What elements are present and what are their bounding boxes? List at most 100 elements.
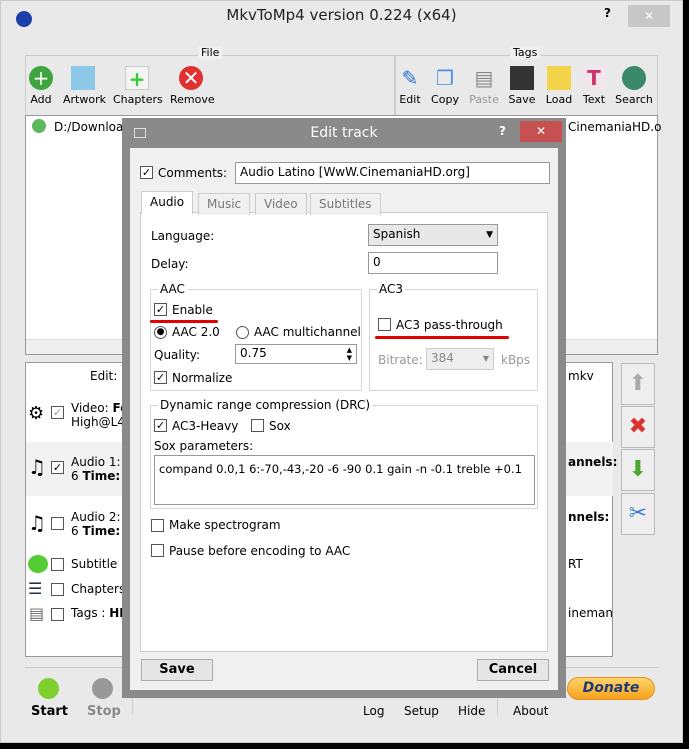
tools-button[interactable]: ✂ xyxy=(621,493,655,535)
track-bold: Time: xyxy=(82,524,121,538)
start-icon xyxy=(38,678,59,699)
track-checkbox[interactable]: ✓ xyxy=(51,406,64,419)
red-underline xyxy=(150,320,218,323)
delete-track-button[interactable]: ✖ xyxy=(621,406,655,448)
chevron-down-icon: ▼ xyxy=(486,230,493,240)
aac-multichannel-label: AAC multichannel xyxy=(254,325,361,339)
tag-load-label: Load xyxy=(545,93,573,106)
bitrate-label: Bitrate: xyxy=(378,353,423,367)
artwork-button[interactable]: Artwork xyxy=(63,66,106,106)
track-video[interactable]: Video: Fo High@L4 xyxy=(71,401,128,429)
cancel-button[interactable]: Cancel xyxy=(477,659,549,681)
quality-label: Quality: xyxy=(154,348,201,362)
track-header-right: mkv xyxy=(568,369,594,383)
about-button[interactable]: About xyxy=(513,704,548,718)
track-audio-1[interactable]: Audio 1: 6 Time: xyxy=(71,455,121,483)
text-icon: T xyxy=(582,66,606,90)
remove-button[interactable]: ✕ Remove xyxy=(170,66,215,106)
log-button[interactable]: Log xyxy=(363,704,384,718)
sox-label: Sox xyxy=(269,419,291,433)
list-icon: ☰ xyxy=(28,579,43,598)
ac3-heavy-checkbox[interactable]: ✓ xyxy=(154,419,167,432)
setup-button[interactable]: Setup xyxy=(404,704,439,718)
move-down-button[interactable]: ⬇ xyxy=(621,449,655,491)
track-checkbox[interactable]: ✓ xyxy=(51,461,64,474)
tag-paste-button[interactable]: ▤ Paste xyxy=(467,66,501,106)
red-underline xyxy=(375,336,509,339)
track-chapters[interactable]: Chapters xyxy=(71,582,125,596)
track-text: Tags : xyxy=(71,606,110,620)
chapters-icon: + xyxy=(125,66,149,91)
track-right: annels: xyxy=(568,455,618,469)
artwork-label: Artwork xyxy=(63,93,106,106)
pencil-icon: ✎ xyxy=(401,66,419,90)
track-checkbox[interactable] xyxy=(51,608,64,621)
arrow-down-icon: ⬇ xyxy=(628,457,648,482)
bitrate-select[interactable]: 384 ▼ xyxy=(426,348,494,370)
add-label: Add xyxy=(30,93,52,106)
tag-load-button[interactable]: Load xyxy=(544,66,574,106)
tag-text-button[interactable]: T Text xyxy=(580,66,608,106)
tag-edit-label: Edit xyxy=(399,93,421,106)
spinner-arrows-icon[interactable]: ▲ ▼ xyxy=(347,346,352,362)
move-up-button[interactable]: ⬆ xyxy=(621,363,655,405)
track-tags: Tags : HI xyxy=(71,606,124,620)
ac3-passthrough-label: AC3 pass-through xyxy=(396,318,503,332)
save-button[interactable]: Save xyxy=(141,659,213,681)
tab-music[interactable]: Music xyxy=(198,193,251,215)
dialog-help-button[interactable]: ? xyxy=(499,124,506,138)
delay-input[interactable]: 0 xyxy=(368,252,498,274)
tag-copy-button[interactable]: ❐ Copy xyxy=(430,66,460,106)
arrow-up-icon: ⬆ xyxy=(628,371,648,396)
track-audio-2[interactable]: Audio 2: 6 Time: xyxy=(71,510,121,538)
tag-search-button[interactable]: Search xyxy=(614,66,654,106)
tag-save-button[interactable]: Save xyxy=(507,66,537,106)
normalize-label: Normalize xyxy=(172,371,233,385)
aac-group-label: AAC xyxy=(158,282,187,296)
track-checkbox[interactable] xyxy=(51,558,64,571)
track-subtitle[interactable]: Subtitle 1 xyxy=(71,557,129,571)
sox-params-textarea[interactable]: compand 0.0,1 6:-70,-43,-20 -6 -90 0.1 g… xyxy=(154,455,535,505)
track-checkbox[interactable] xyxy=(51,517,64,530)
tag-edit-button[interactable]: ✎ Edit xyxy=(396,66,424,106)
ac3-passthrough-checkbox[interactable] xyxy=(378,318,391,331)
chapters-button[interactable]: + Chapters xyxy=(113,66,163,106)
chapters-label: Chapters xyxy=(113,93,163,106)
close-button[interactable]: ✕ xyxy=(628,5,670,27)
quality-spinner[interactable]: 0.75 ▲ ▼ xyxy=(235,344,357,364)
stop-button[interactable]: Stop xyxy=(87,704,121,719)
aac-enable-checkbox[interactable]: ✓ xyxy=(154,303,167,316)
ac3-heavy-label: AC3-Heavy xyxy=(172,419,239,433)
tab-audio[interactable]: Audio xyxy=(141,191,194,214)
comments-checkbox[interactable]: ✓ xyxy=(140,166,153,179)
comments-input[interactable]: Audio Latino [WwW.CinemaniaHD.org] xyxy=(235,162,550,184)
pause-checkbox[interactable] xyxy=(151,544,164,557)
language-label: Language: xyxy=(151,229,215,243)
hide-button[interactable]: Hide xyxy=(458,704,485,718)
tab-subtitles[interactable]: Subtitles xyxy=(310,193,381,215)
dialog-close-button[interactable]: ✕ xyxy=(520,121,562,142)
drc-group-label: Dynamic range compression (DRC) xyxy=(158,398,373,412)
tab-video[interactable]: Video xyxy=(255,193,307,215)
aac-multichannel-radio[interactable] xyxy=(236,326,249,339)
file-path[interactable]: D:/Downloa xyxy=(54,120,123,134)
remove-icon: ✖ xyxy=(628,414,648,439)
language-select[interactable]: Spanish ▼ xyxy=(368,224,498,246)
speech-bubble-icon xyxy=(28,555,48,573)
sox-checkbox[interactable] xyxy=(251,419,264,432)
spectrogram-checkbox[interactable] xyxy=(151,519,164,532)
tag-search-label: Search xyxy=(615,93,653,106)
track-text: Audio 1: xyxy=(71,455,121,469)
aac20-radio[interactable]: ● xyxy=(154,326,167,339)
help-button[interactable]: ? xyxy=(604,6,611,20)
file-path-end: CinemaniaHD.o xyxy=(568,120,662,134)
track-checkbox[interactable] xyxy=(51,583,64,596)
add-button[interactable]: + Add xyxy=(21,66,61,106)
bitrate-value: 384 xyxy=(431,351,454,365)
normalize-checkbox[interactable]: ✓ xyxy=(154,371,167,384)
add-icon: + xyxy=(29,66,53,90)
comments-label: Comments: xyxy=(158,166,228,180)
start-button[interactable]: Start xyxy=(31,704,68,719)
donate-button[interactable]: Donate xyxy=(567,677,655,700)
tag-save-label: Save xyxy=(508,93,536,106)
